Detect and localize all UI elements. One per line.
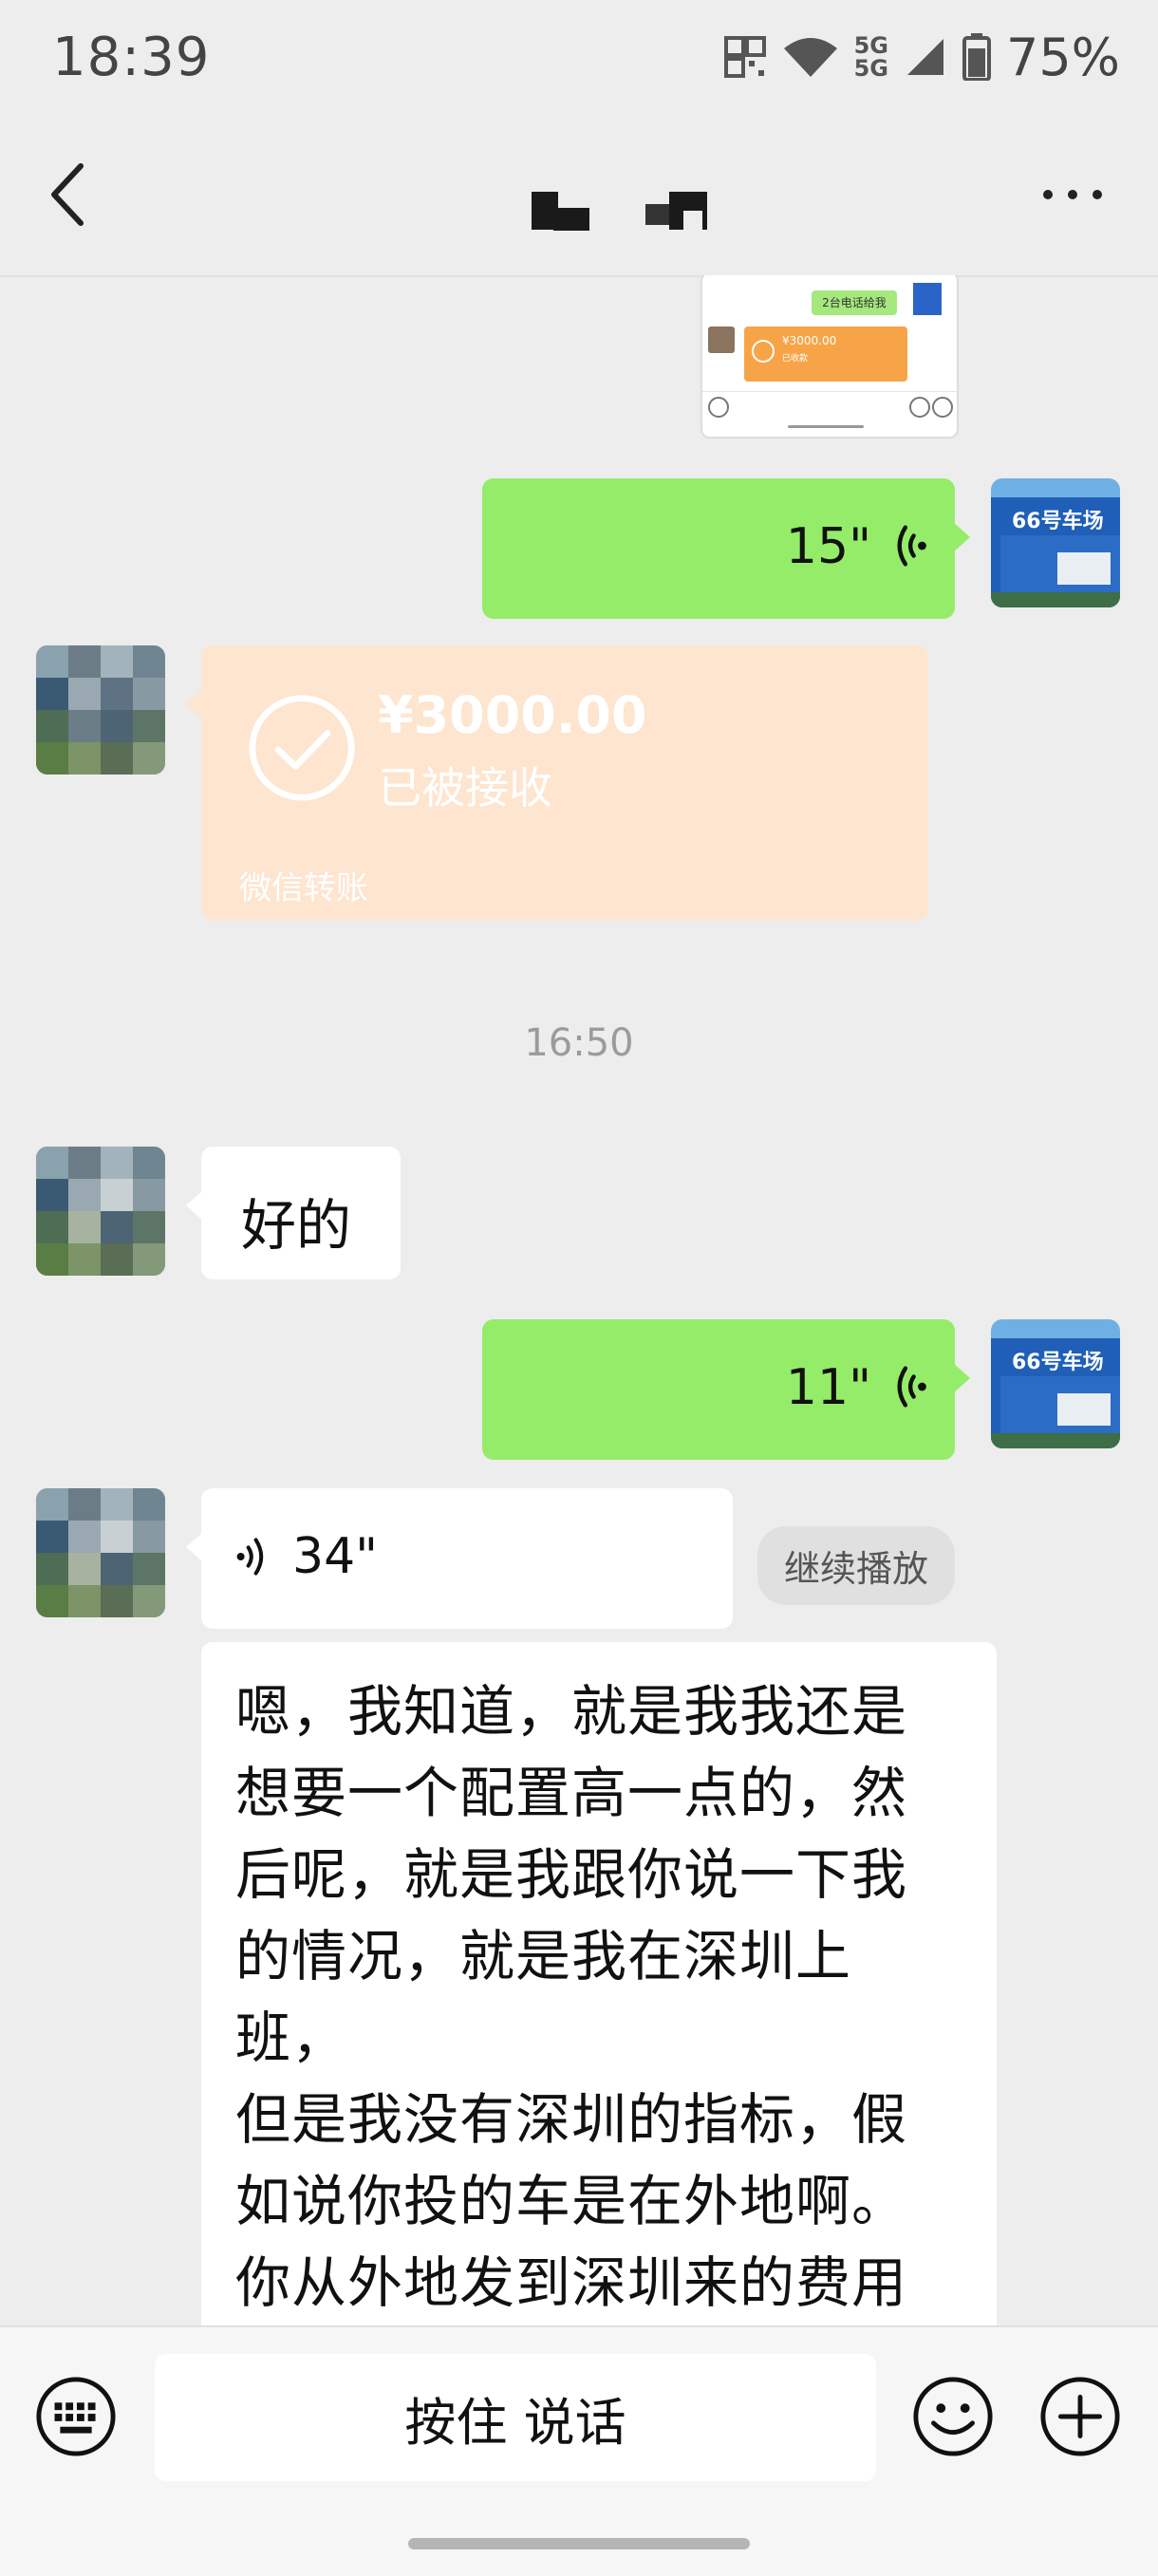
screenshot-image-message[interactable]: 2台电话给我 ¥3000.00 已收款 xyxy=(700,275,959,439)
voice-wave-icon xyxy=(897,1366,926,1408)
network-label-1: 5G xyxy=(853,32,888,59)
preview-green-bubble: 2台电话给我 xyxy=(812,290,897,315)
my-avatar[interactable]: 66号车场 xyxy=(991,478,1120,607)
my-avatar-image: 66号车场 xyxy=(991,1319,1120,1448)
voice-wave-icon xyxy=(236,1538,264,1576)
battery-percent: 75% xyxy=(1005,27,1120,87)
voice-duration: 11" xyxy=(785,1359,871,1416)
signal-icon xyxy=(906,39,943,75)
status-bar: 18:39 5G 5G 75% xyxy=(0,0,1158,119)
status-time: 18:39 xyxy=(52,27,211,88)
transfer-footer: 微信转账 xyxy=(239,869,368,907)
plus-icon[interactable] xyxy=(1038,2375,1122,2458)
hold-to-talk-button[interactable]: 按住 说话 xyxy=(155,2354,876,2481)
home-indicator xyxy=(408,2538,750,2549)
voice-message-received[interactable]: 34" xyxy=(186,1488,733,1629)
transfer-status: 已被接收 xyxy=(378,762,552,813)
voice-duration: 15" xyxy=(785,518,871,575)
my-avatar-image: 66号车场 xyxy=(991,478,1120,607)
my-avatar[interactable]: 66号车场 xyxy=(991,1319,1120,1448)
voice-transcript: 嗯，我知道，就是我我还是 想要一个配置高一点的，然 后呢，就是我跟你说一下我的情况，… xyxy=(201,1642,997,2325)
contact-avatar[interactable] xyxy=(36,1488,165,1617)
contact-avatar-image xyxy=(36,1488,165,1617)
transcript-line: 嗯，我知道，就是我我还是 xyxy=(235,1679,908,1744)
transfer-message[interactable]: ¥3000.00 已被接收 微信转账 xyxy=(186,645,928,921)
voice-wave-icon xyxy=(897,525,926,567)
timestamp: 16:50 xyxy=(524,1021,634,1065)
transcript-line: 但是我没有深圳的指标，假 xyxy=(235,2087,908,2152)
contact-avatar-image xyxy=(36,1147,165,1276)
contact-avatar[interactable] xyxy=(36,1147,165,1276)
transcript-text: 嗯，我知道，就是我我还是 想要一个配置高一点的，然 后呢，就是我跟你说一下我的情况，… xyxy=(201,1642,997,2325)
contact-avatar[interactable] xyxy=(36,645,165,775)
transfer-amount: ¥3000.00 xyxy=(378,685,647,745)
continue-play-button[interactable]: 继续播放 xyxy=(757,1526,956,1605)
network-type: 5G 5G xyxy=(854,34,888,80)
preview-transfer-card: ¥3000.00 已收款 xyxy=(744,327,907,382)
preview-sub: 已收款 xyxy=(782,354,809,364)
check-circle-icon xyxy=(249,695,355,801)
preview-amount: ¥3000.00 xyxy=(782,334,837,347)
keyboard-icon[interactable] xyxy=(34,2375,118,2458)
transcript-line: 的情况，就是我在深圳上班， xyxy=(235,1924,852,2070)
text-message-received[interactable]: 好的 xyxy=(186,1147,401,1279)
voice-message-sent[interactable]: 15" xyxy=(482,478,970,619)
transcript-line: 如说你投的车是在外地啊。 xyxy=(235,2169,908,2233)
wifi-icon xyxy=(783,38,837,77)
transcript-line: 想要一个配置高一点的，然 xyxy=(235,1761,908,1825)
transcript-line: 你从外地发到深圳来的费用 xyxy=(235,2250,908,2315)
emoji-icon[interactable] xyxy=(911,2375,995,2458)
chat-header xyxy=(0,119,1158,277)
transfer-divider xyxy=(237,847,892,849)
nfc-icon xyxy=(723,36,766,78)
transcript-line: 后呢，就是我跟你说一下我 xyxy=(235,1842,908,1907)
voice-message-sent[interactable]: 11" xyxy=(482,1319,970,1460)
network-label-2: 5G xyxy=(853,55,888,82)
battery-icon xyxy=(962,33,991,81)
message-text: 好的 xyxy=(241,1193,352,1258)
chat-message-list[interactable]: 2台电话给我 ¥3000.00 已收款 15" 66号车场 ¥3000.00 已… xyxy=(0,275,1158,2325)
more-icon[interactable] xyxy=(1035,176,1111,214)
contact-avatar-image xyxy=(36,645,165,775)
svg-text:66号车场: 66号车场 xyxy=(1012,1350,1104,1374)
voice-duration: 34" xyxy=(292,1528,379,1585)
input-bar: 按住 说话 xyxy=(0,2325,1158,2576)
back-icon[interactable] xyxy=(43,157,100,233)
svg-text:66号车场: 66号车场 xyxy=(1012,509,1104,533)
status-icons: 5G 5G 75% xyxy=(723,27,1120,87)
contact-name-redacted xyxy=(527,187,726,233)
